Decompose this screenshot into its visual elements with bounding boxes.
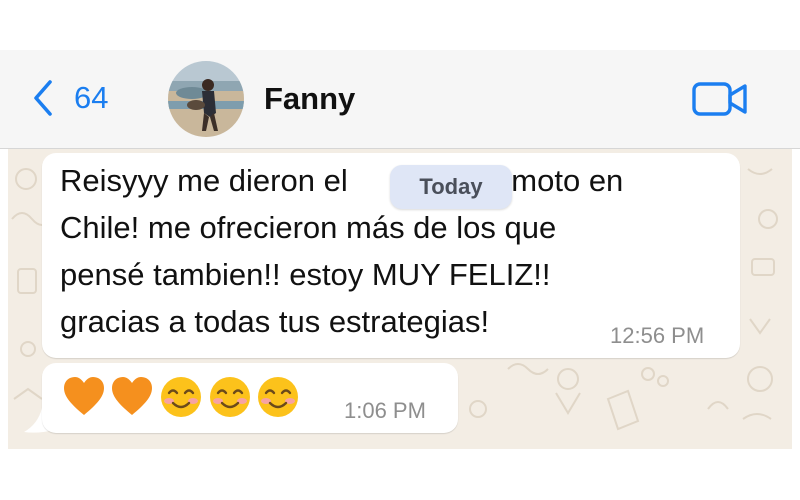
orange-heart-icon xyxy=(64,377,104,415)
avatar[interactable] xyxy=(168,61,244,137)
chat-header: 64 Fanny xyxy=(0,50,800,149)
message-text: Reisyyy me dieron el remoto en Chile! me o… xyxy=(60,163,624,339)
avatar-photo xyxy=(168,61,244,137)
chevron-left-icon xyxy=(34,80,52,116)
date-divider: Today xyxy=(390,165,512,209)
message-timestamp: 1:06 PM xyxy=(344,398,426,423)
contact-name[interactable]: Fanny xyxy=(264,81,355,117)
unread-count: 64 xyxy=(74,80,109,115)
smiling-face-icon xyxy=(210,377,250,417)
smiling-face-icon xyxy=(161,377,201,417)
back-button[interactable]: 64 xyxy=(30,78,108,118)
message-timestamp: 12:56 PM xyxy=(610,323,705,348)
chat-screen: 64 Fanny Reisyyy me dieron el remoto en … xyxy=(0,0,800,500)
video-call-icon[interactable] xyxy=(692,81,748,117)
orange-heart-icon xyxy=(112,377,152,415)
smiling-face-icon xyxy=(258,377,298,417)
